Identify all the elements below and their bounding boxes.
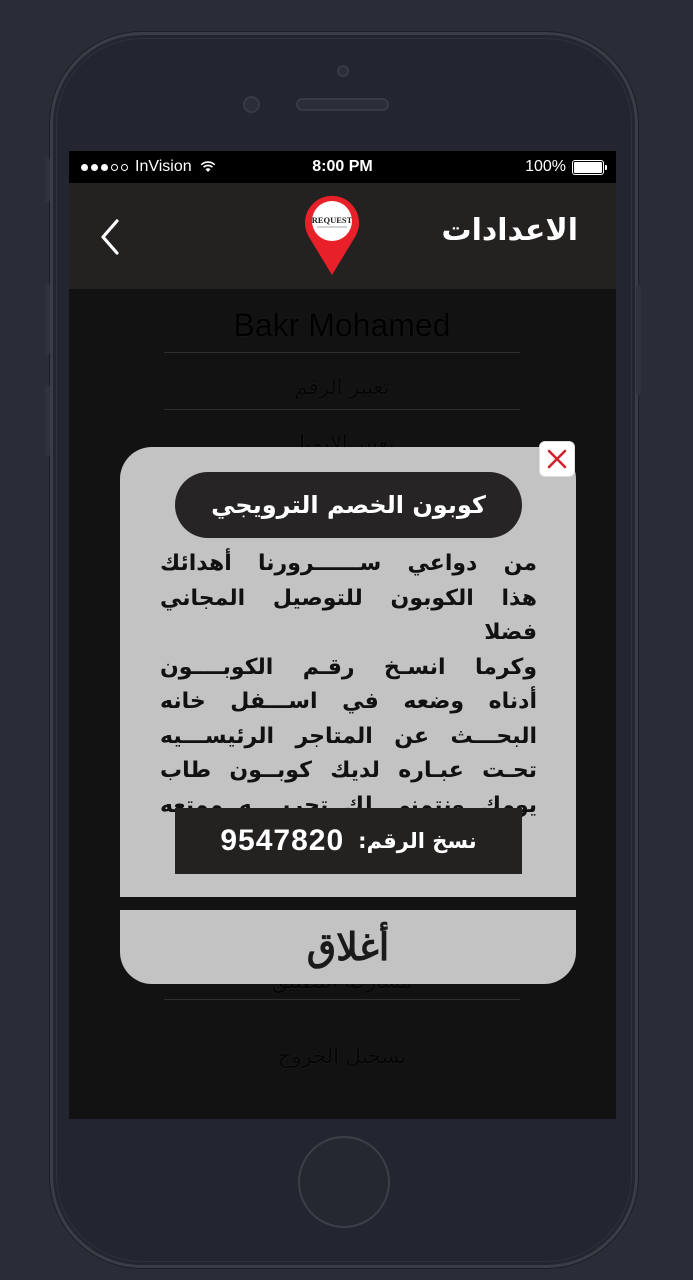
message-line: أدناه وضعه في اســـفل خانه: [160, 689, 537, 714]
divider: [164, 352, 520, 353]
close-x-icon[interactable]: [540, 442, 574, 476]
front-sensor: [337, 65, 349, 77]
modal-divider: [120, 897, 576, 910]
back-chevron-icon[interactable]: [97, 217, 127, 257]
request-logo-pin-icon: REQUEST: [305, 195, 359, 275]
coupon-modal: كوبون الخصم الترويجي من دواعي ســــــرور…: [120, 447, 576, 984]
power-button: [636, 285, 641, 395]
battery-group: 100%: [525, 158, 607, 176]
coupon-code-box[interactable]: نسخ الرقم: 9547820: [175, 808, 522, 874]
logo-text: REQUEST: [312, 215, 353, 225]
battery-icon: [572, 159, 607, 175]
front-camera: [243, 96, 260, 113]
earpiece-speaker: [296, 98, 389, 111]
volume-down-button: [45, 385, 50, 457]
page-title: الاعدادات: [441, 213, 578, 248]
divider: [164, 999, 520, 1000]
message-line: تحـت عبـاره لديك كوبــون طاب: [160, 758, 537, 783]
status-bar: InVision 8:00 PM 100%: [69, 151, 616, 183]
message-line: هذا الكوبون للتوصيل المجاني فضلا: [160, 585, 537, 646]
close-button[interactable]: أغلاق: [120, 910, 576, 984]
profile-name: Bakr Mohamed: [233, 307, 451, 343]
modal-title: كوبون الخصم الترويجي: [175, 472, 522, 538]
volume-up-button: [45, 283, 50, 355]
app-header: REQUEST الاعدادات: [69, 183, 616, 289]
mute-switch: [45, 158, 50, 202]
message-line: من دواعي ســــــرورنا أهدائك: [160, 551, 537, 576]
battery-percent: 100%: [525, 158, 566, 175]
message-line: البحـــث عن المتاجر الرئيســـيه: [160, 723, 537, 749]
settings-item-change-number[interactable]: تغيير الرقم: [164, 375, 520, 399]
coupon-code-value[interactable]: 9547820: [220, 824, 344, 858]
message-line: وكرما انسـخ رقـم الكوبــــون: [160, 654, 537, 680]
home-button[interactable]: [298, 1136, 390, 1228]
coupon-code-label: نسخ الرقم:: [358, 829, 477, 853]
divider: [164, 409, 520, 410]
settings-item-logout[interactable]: تسجيل الخروج: [164, 1044, 520, 1068]
modal-message: من دواعي ســــــرورنا أهدائك هذا الكوبون…: [160, 547, 537, 823]
